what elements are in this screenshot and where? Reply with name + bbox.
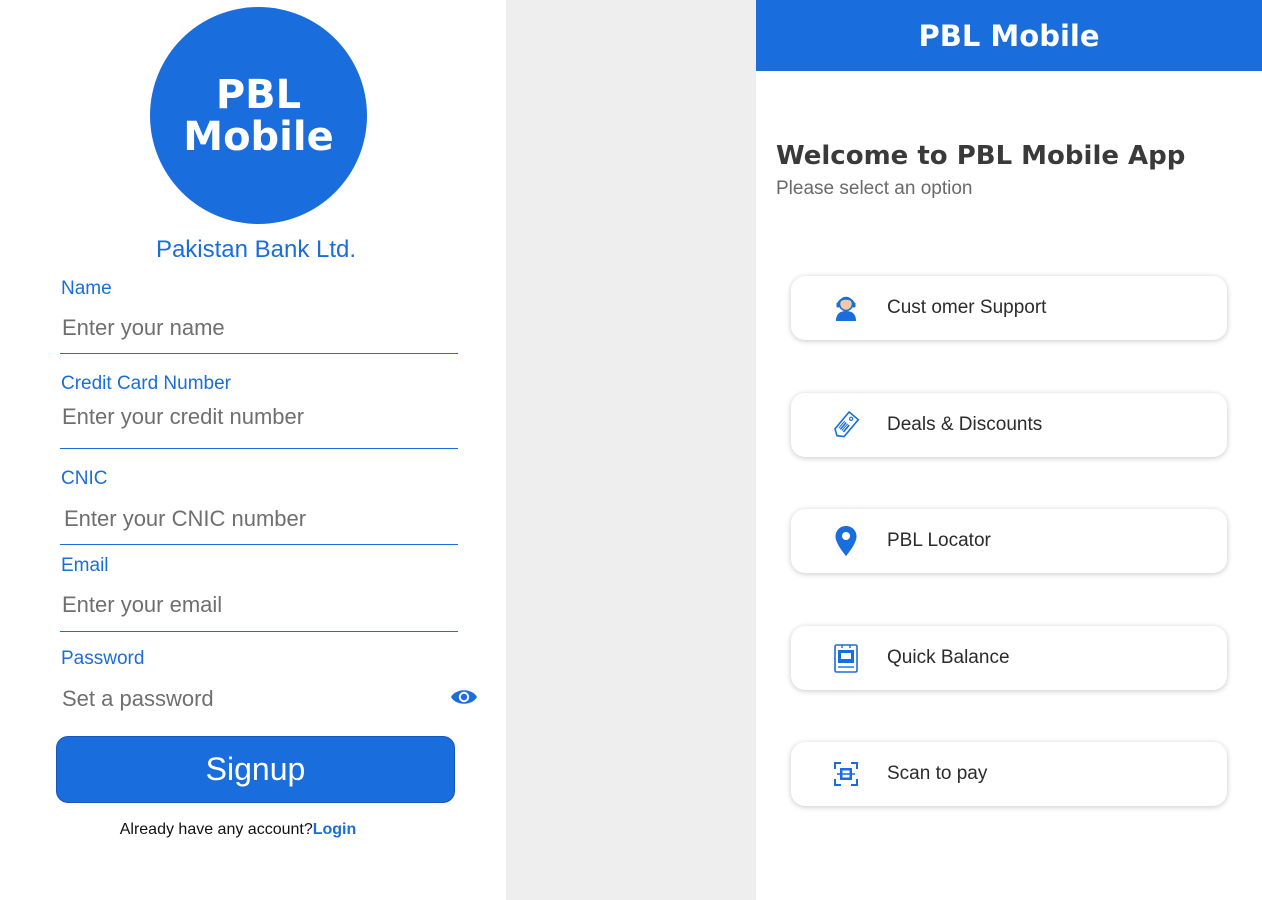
logo-line-1: PBL [215, 71, 302, 118]
qr-scan-icon [829, 758, 863, 790]
signup-button[interactable]: Signup [56, 736, 455, 803]
option-label: PBL Locator [887, 530, 991, 551]
email-input[interactable] [60, 588, 458, 622]
credit-card-input[interactable] [60, 400, 458, 434]
option-deals-discounts[interactable]: Deals & Discounts [791, 393, 1227, 457]
option-scan-to-pay[interactable]: Scan to pay [791, 742, 1227, 806]
option-pbl-locator[interactable]: PBL Locator [791, 509, 1227, 573]
balance-icon [829, 642, 863, 674]
option-label: Deals & Discounts [887, 414, 1043, 435]
option-label: Cust omer Support [887, 297, 1047, 318]
cnic-underline [60, 544, 458, 545]
email-underline [60, 631, 458, 632]
app-header: PBL Mobile [756, 0, 1262, 71]
option-customer-support[interactable]: Cust omer Support [791, 276, 1227, 340]
credit-card-underline [60, 448, 458, 449]
credit-card-label: Credit Card Number [61, 373, 231, 394]
screen-gap [506, 0, 756, 900]
password-input[interactable] [60, 682, 440, 716]
login-link[interactable]: Login [313, 821, 357, 838]
header-title: PBL Mobile [918, 18, 1100, 53]
name-underline [60, 353, 458, 354]
password-label: Password [61, 648, 145, 669]
account-prompt-text: Already have any account? [119, 821, 313, 838]
eye-icon[interactable] [450, 687, 478, 707]
option-label: Quick Balance [887, 647, 1010, 668]
cnic-label: CNIC [61, 468, 108, 489]
option-quick-balance[interactable]: Quick Balance [791, 626, 1227, 690]
option-label: Scan to pay [887, 763, 988, 784]
email-label: Email [61, 555, 109, 576]
welcome-title: Welcome to PBL Mobile App [776, 141, 1186, 171]
login-prompt-row: Already have any account?Login [0, 821, 476, 839]
name-input[interactable] [60, 311, 458, 345]
location-pin-icon [829, 525, 863, 557]
app-logo: PBL Mobile [150, 7, 367, 224]
welcome-subtitle: Please select an option [776, 178, 973, 199]
cnic-input[interactable] [62, 502, 460, 536]
signup-screen: PBL Mobile Pakistan Bank Ltd. Name Credi… [0, 0, 506, 900]
customer-support-icon [829, 292, 863, 324]
home-screen: PBL Mobile Welcome to PBL Mobile App Ple… [756, 0, 1262, 900]
name-label: Name [61, 278, 112, 299]
price-tag-icon [829, 409, 863, 441]
bank-name: Pakistan Bank Ltd. [155, 236, 357, 263]
logo-line-2: Mobile [183, 113, 334, 160]
